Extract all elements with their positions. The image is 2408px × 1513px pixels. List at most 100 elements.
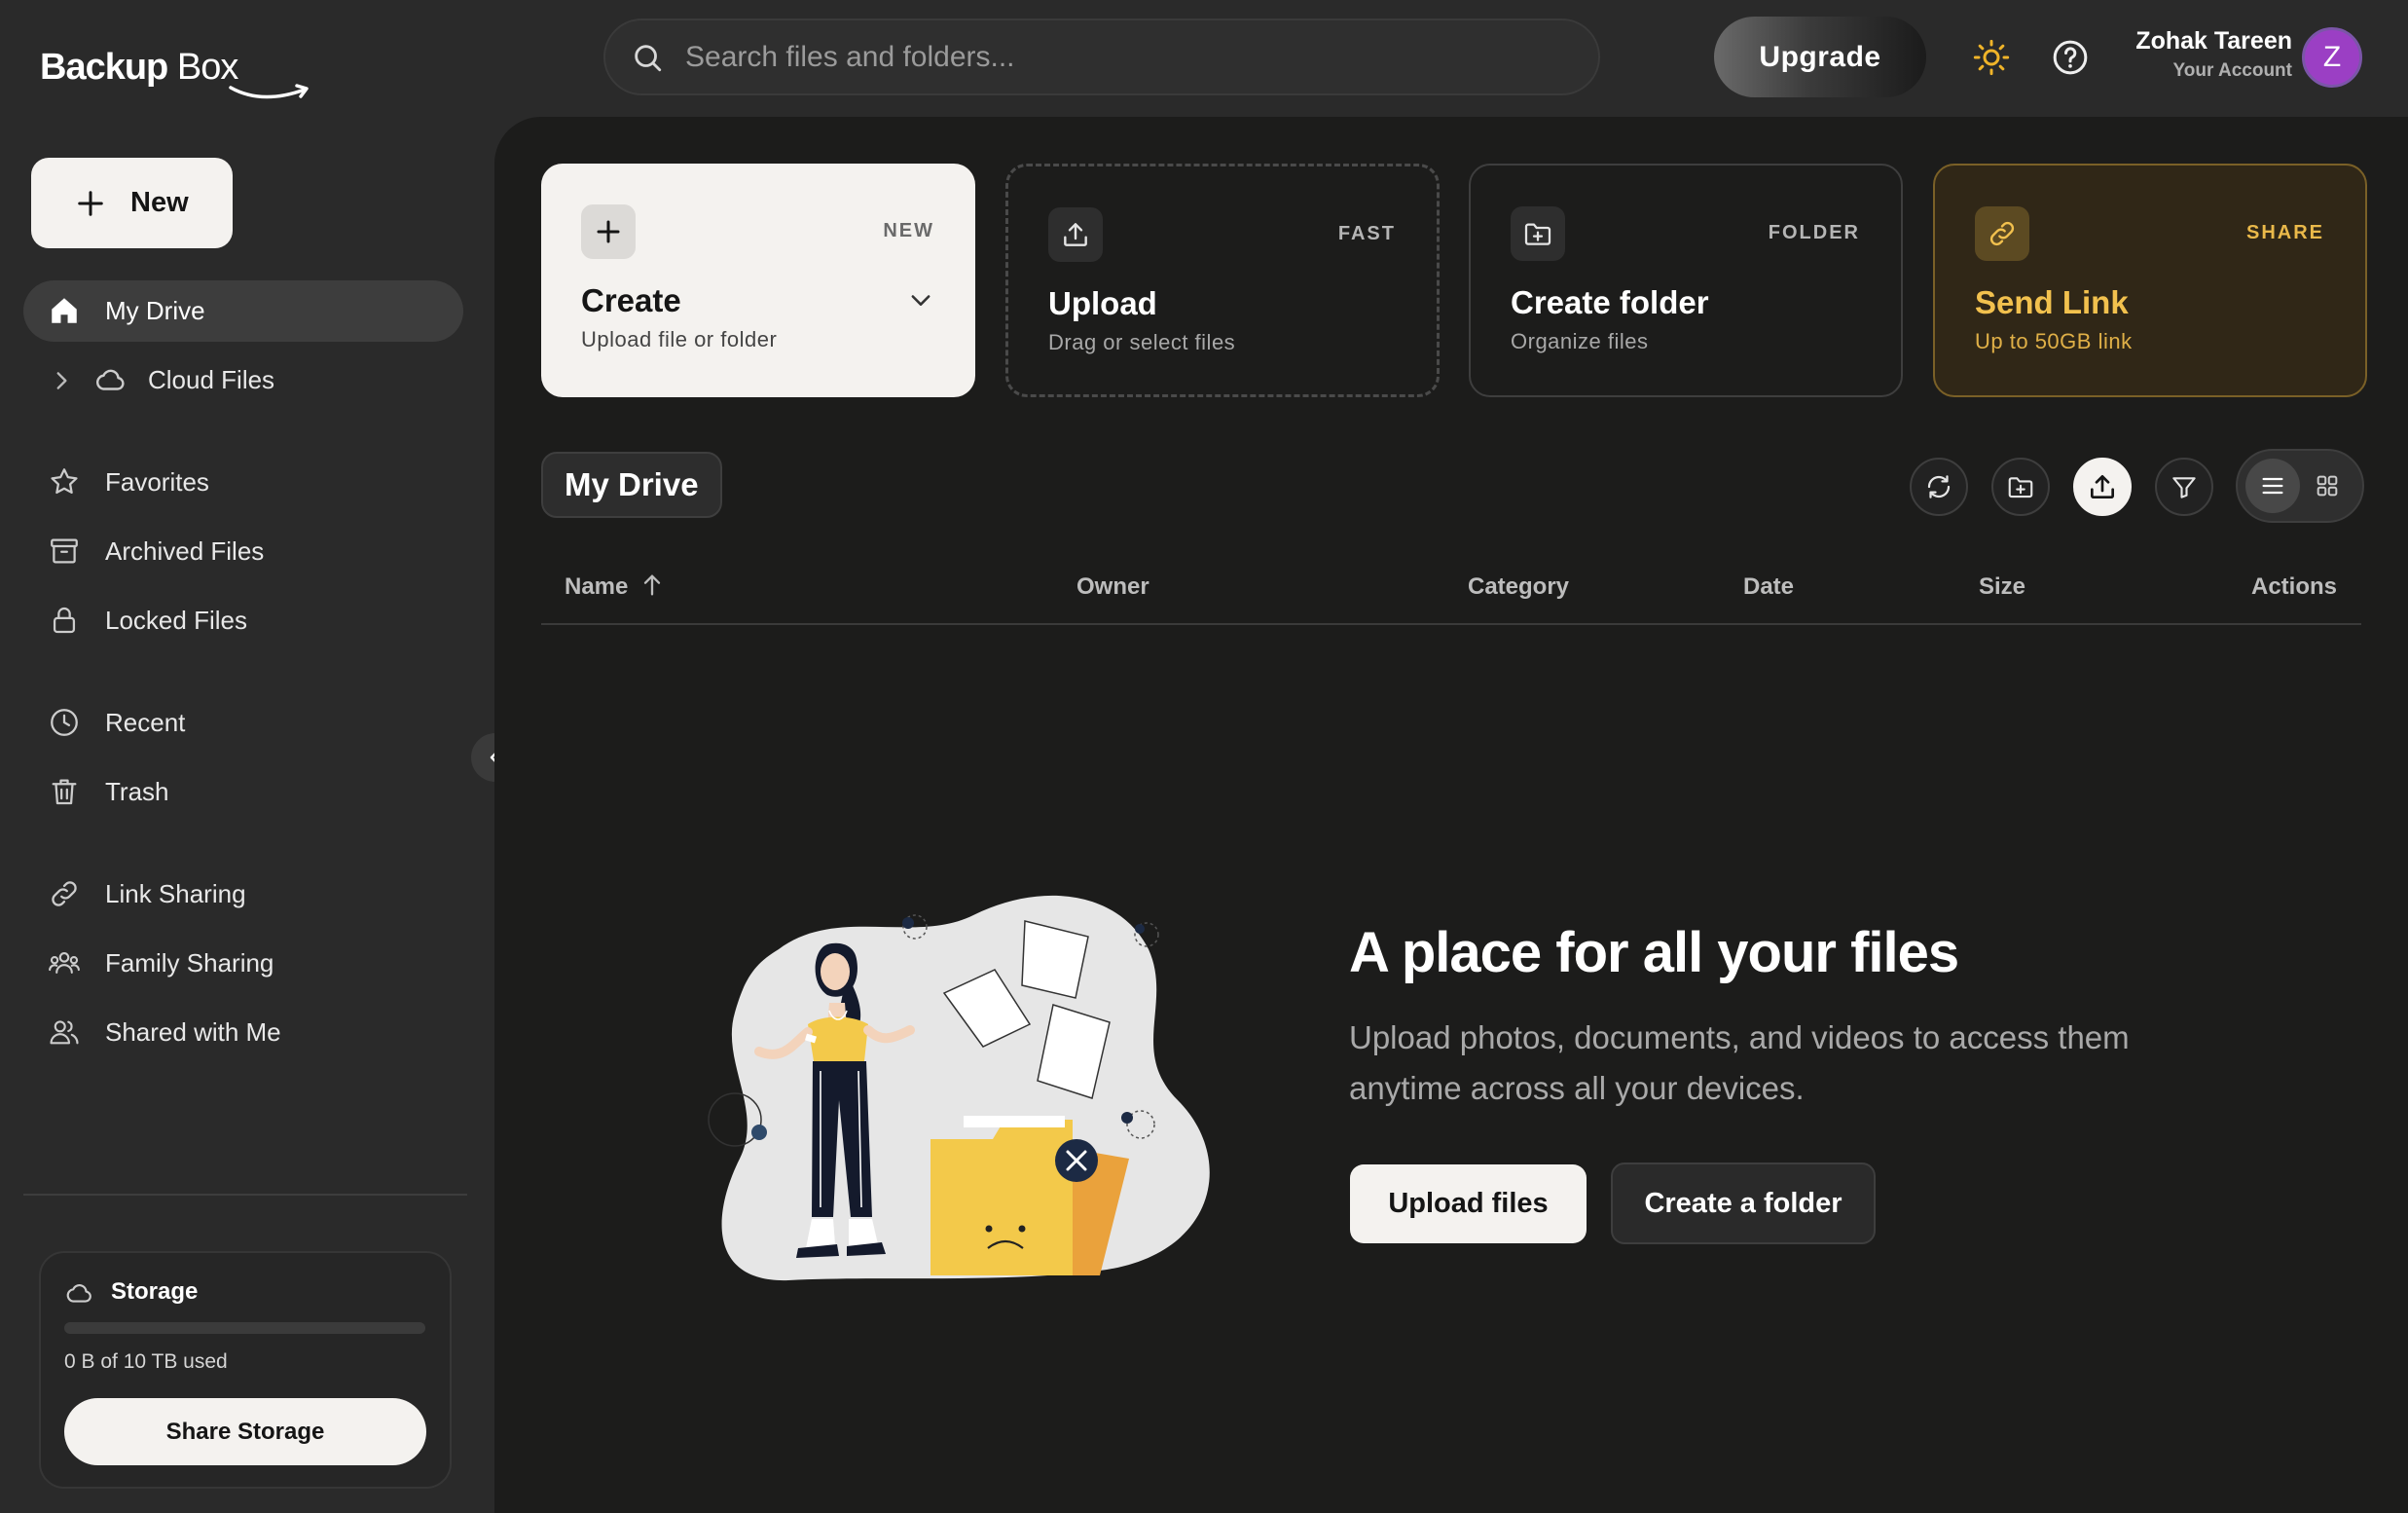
upload-card[interactable]: FAST Upload Drag or select files <box>1005 164 1440 397</box>
brand-logo[interactable]: Backup Box <box>40 47 309 105</box>
new-folder-button[interactable] <box>1991 458 2050 516</box>
link-icon <box>1989 221 2015 246</box>
sidebar-item-favorites[interactable]: Favorites <box>23 452 463 513</box>
send-link-card[interactable]: SHARE Send Link Up to 50GB link <box>1933 164 2367 397</box>
lock-icon <box>53 607 76 634</box>
sidebar-item-recent[interactable]: Recent <box>23 692 463 754</box>
sidebar-item-label: My Drive <box>105 296 205 325</box>
create-card[interactable]: NEW Create Upload file or folder <box>541 164 975 397</box>
filter-icon <box>2172 477 2196 498</box>
card-tag: NEW <box>883 220 934 241</box>
sort-arrow-up-icon[interactable] <box>638 572 666 599</box>
card-subtitle: Drag or select files <box>1048 330 1236 354</box>
clock-icon <box>51 709 78 736</box>
column-header-owner[interactable]: Owner <box>1076 573 1149 601</box>
upload-card-icon <box>1048 207 1103 262</box>
list-view-button[interactable] <box>2245 459 2300 513</box>
upload-files-button[interactable]: Upload files <box>1350 1164 1587 1243</box>
share-storage-button[interactable]: Share Storage <box>64 1398 426 1465</box>
search-input[interactable] <box>685 40 1561 74</box>
empty-folder-illustration <box>708 895 1210 1281</box>
column-header-label: Name <box>565 573 629 600</box>
help-icon <box>2053 40 2088 75</box>
grid-view-button[interactable] <box>2300 459 2354 513</box>
create-folder-card[interactable]: FOLDER Create folder Organize files <box>1469 164 1903 397</box>
filter-button[interactable] <box>2155 458 2213 516</box>
user-name[interactable]: Zohak Tareen <box>2135 27 2292 55</box>
sidebar-item-link-sharing[interactable]: Link Sharing <box>23 864 463 925</box>
sidebar-item-shared-with-me[interactable]: Shared with Me <box>23 1002 463 1063</box>
sidebar-item-label: Locked Files <box>105 606 247 635</box>
card-tag: SHARE <box>2245 222 2324 243</box>
sidebar-item-label: Trash <box>105 777 169 806</box>
brand-name-light: Box <box>176 47 238 88</box>
column-header-actions: Actions <box>2251 573 2338 600</box>
search-icon <box>635 44 662 71</box>
column-header-name[interactable]: Name <box>565 573 628 601</box>
storage-used-text: 0 B of 10 TB used <box>64 1350 228 1373</box>
cloud-icon <box>66 1283 91 1303</box>
create-folder-button[interactable]: Create a folder <box>1611 1162 1876 1244</box>
sidebar-item-cloud-files[interactable]: Cloud Files <box>23 350 463 411</box>
refresh-button[interactable] <box>1910 458 1968 516</box>
sun-icon <box>1973 39 2010 76</box>
card-subtitle: Upload file or folder <box>581 327 778 351</box>
page-title: My Drive <box>541 452 722 518</box>
card-title: Send Link <box>1975 284 2129 320</box>
list-icon <box>2262 477 2283 495</box>
trash-icon <box>52 779 77 805</box>
card-title: Create folder <box>1511 284 1709 320</box>
sidebar-item-my-drive[interactable]: My Drive <box>23 280 463 342</box>
storage-progress-bar <box>64 1322 425 1334</box>
search-bar[interactable] <box>603 18 1600 95</box>
plus-icon <box>78 190 103 216</box>
home-icon <box>52 298 77 323</box>
link-icon <box>52 881 77 906</box>
card-tag: FAST <box>1337 223 1396 244</box>
card-subtitle: Up to 50GB link <box>1975 329 2133 353</box>
sidebar-item-label: Recent <box>105 708 186 737</box>
sidebar-item-label: Family Sharing <box>105 948 274 978</box>
column-header-date[interactable]: Date <box>1743 573 1794 601</box>
table-header-divider <box>541 623 2361 625</box>
sidebar-item-label: Favorites <box>105 467 209 497</box>
upload-button[interactable] <box>2073 458 2132 516</box>
new-button[interactable]: New <box>31 158 233 248</box>
empty-state-title: A place for all your files <box>1349 921 1959 984</box>
user-account-label[interactable]: Your Account <box>2173 60 2292 82</box>
storage-title: Storage <box>111 1278 199 1305</box>
upload-icon <box>1064 223 1087 246</box>
view-toggle <box>2236 449 2364 523</box>
sidebar-item-label: Link Sharing <box>105 879 246 908</box>
plus-icon <box>597 220 620 243</box>
grid-icon <box>2317 475 2338 497</box>
new-button-label: New <box>130 187 189 218</box>
folder-plus-icon <box>2008 477 2033 498</box>
archive-icon <box>51 538 78 564</box>
card-title: Create <box>581 282 681 318</box>
column-header-size[interactable]: Size <box>1979 573 2025 601</box>
theme-toggle-button[interactable] <box>1968 34 2015 81</box>
family-icon <box>49 952 80 974</box>
sidebar-item-family-sharing[interactable]: Family Sharing <box>23 933 463 994</box>
card-tag: FOLDER <box>1768 222 1860 243</box>
chevron-down-icon[interactable] <box>907 286 934 314</box>
help-button[interactable] <box>2047 34 2094 81</box>
column-header-category[interactable]: Category <box>1468 573 1569 601</box>
sidebar-item-locked-files[interactable]: Locked Files <box>23 590 463 651</box>
sidebar-divider <box>23 1194 467 1196</box>
empty-state-description: Upload photos, documents, and videos to … <box>1349 1019 2130 1106</box>
brand-name-bold: Backup <box>40 47 168 88</box>
avatar[interactable]: Z <box>2302 27 2362 88</box>
folder-plus-icon <box>1524 223 1551 245</box>
create-card-icon <box>581 204 636 259</box>
sidebar-item-archived-files[interactable]: Archived Files <box>23 521 463 582</box>
refresh-icon <box>1927 475 1951 498</box>
sidebar-item-label: Cloud Files <box>148 365 275 394</box>
card-title: Upload <box>1048 285 1157 321</box>
sidebar-item-label: Shared with Me <box>105 1017 281 1047</box>
upload-icon <box>2091 475 2114 498</box>
upgrade-button[interactable]: Upgrade <box>1714 17 1926 97</box>
sidebar-item-trash[interactable]: Trash <box>23 761 463 823</box>
chevron-right-icon[interactable] <box>49 368 74 393</box>
